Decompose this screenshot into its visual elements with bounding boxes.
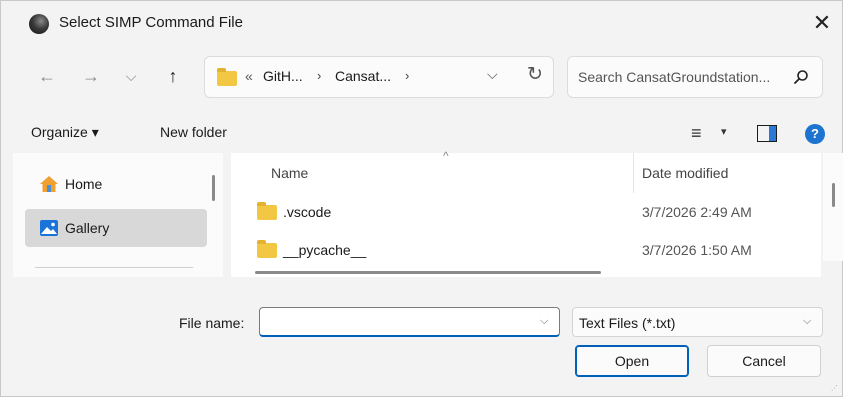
close-icon[interactable]: ✕: [809, 11, 835, 37]
file-name-input[interactable]: ⌵: [259, 307, 560, 337]
file-name: .vscode: [283, 204, 332, 220]
window-title: Select SIMP Command File: [59, 14, 243, 31]
horizontal-scrollbar[interactable]: [255, 271, 601, 274]
title-bar: Select SIMP Command File ✕: [1, 1, 842, 47]
sidebar-divider: [35, 267, 193, 268]
address-bar[interactable]: « GitH... › Cansat... › ⌵ ↻: [204, 56, 554, 98]
search-input[interactable]: Search CansatGroundstation...: [578, 69, 770, 85]
navigation-bar: ← → ⌵ ↑ « GitH... › Cansat... › ⌵ ↻ Sear…: [1, 47, 842, 105]
open-button[interactable]: Open: [575, 345, 689, 377]
scrollbar-thumb[interactable]: [832, 183, 835, 207]
column-divider[interactable]: [633, 153, 634, 193]
app-icon: [29, 14, 49, 34]
file-dialog: Select SIMP Command File ✕ ← → ⌵ ↑ « Git…: [0, 0, 843, 397]
gallery-icon: [40, 220, 58, 236]
sidebar-item-label: Home: [65, 176, 103, 192]
help-icon[interactable]: ?: [805, 124, 825, 144]
up-icon[interactable]: ↑: [160, 63, 186, 89]
breadcrumb-separator[interactable]: ›: [317, 68, 321, 83]
forward-icon[interactable]: →: [78, 63, 104, 89]
chevron-down-icon[interactable]: ⌵: [803, 315, 811, 328]
file-date: 3/7/2026 1:50 AM: [642, 242, 752, 258]
chevron-down-icon[interactable]: ⌵: [487, 66, 498, 83]
chevron-down-icon[interactable]: ⌵: [540, 315, 548, 328]
address-overflow[interactable]: «: [245, 68, 253, 84]
file-name-label: File name:: [179, 315, 245, 331]
search-icon[interactable]: [793, 69, 809, 85]
table-row[interactable]: __pycache__ 3/7/2026 1:50 AM: [231, 233, 821, 267]
file-type-select[interactable]: Text Files (*.txt) ⌵: [572, 307, 823, 337]
breadcrumb-separator[interactable]: ›: [405, 68, 409, 83]
breadcrumb-segment[interactable]: GitH...: [263, 68, 303, 84]
file-type-value: Text Files (*.txt): [579, 315, 676, 331]
sidebar-item-home[interactable]: Home: [25, 165, 207, 203]
chevron-down-icon[interactable]: ▾: [721, 125, 727, 138]
command-bar: Organize ▾ New folder ≡ ▾ ?: [1, 115, 842, 153]
new-folder-button[interactable]: New folder: [160, 124, 227, 140]
search-box[interactable]: Search CansatGroundstation...: [567, 56, 823, 98]
back-icon[interactable]: ←: [34, 63, 60, 89]
file-date: 3/7/2026 2:49 AM: [642, 204, 752, 220]
view-options-icon[interactable]: ≡: [691, 123, 702, 144]
folder-icon: [257, 240, 277, 258]
recent-locations-icon[interactable]: ⌵: [118, 63, 144, 89]
preview-pane-icon[interactable]: [757, 125, 777, 142]
file-list: Name ^ Date modified .vscode 3/7/2026 2:…: [231, 149, 821, 277]
file-name: __pycache__: [283, 242, 367, 258]
home-icon: [40, 176, 58, 192]
sidebar-item-label: Gallery: [65, 220, 110, 236]
cancel-button[interactable]: Cancel: [707, 345, 821, 377]
resize-grip-icon[interactable]: ⋰: [831, 385, 839, 395]
folder-icon: [217, 68, 237, 86]
breadcrumb-segment[interactable]: Cansat...: [335, 68, 391, 84]
sidebar-item-gallery[interactable]: Gallery: [25, 209, 207, 247]
sort-ascending-icon: ^: [443, 149, 449, 163]
folder-icon: [257, 202, 277, 220]
organize-button[interactable]: Organize ▾: [31, 124, 99, 141]
table-row[interactable]: .vscode 3/7/2026 2:49 AM: [231, 195, 821, 229]
vertical-scrollbar[interactable]: [823, 153, 843, 261]
refresh-icon[interactable]: ↻: [527, 63, 543, 86]
navigation-pane: Home Gallery: [13, 153, 223, 277]
sidebar-scrollbar[interactable]: [212, 175, 215, 201]
